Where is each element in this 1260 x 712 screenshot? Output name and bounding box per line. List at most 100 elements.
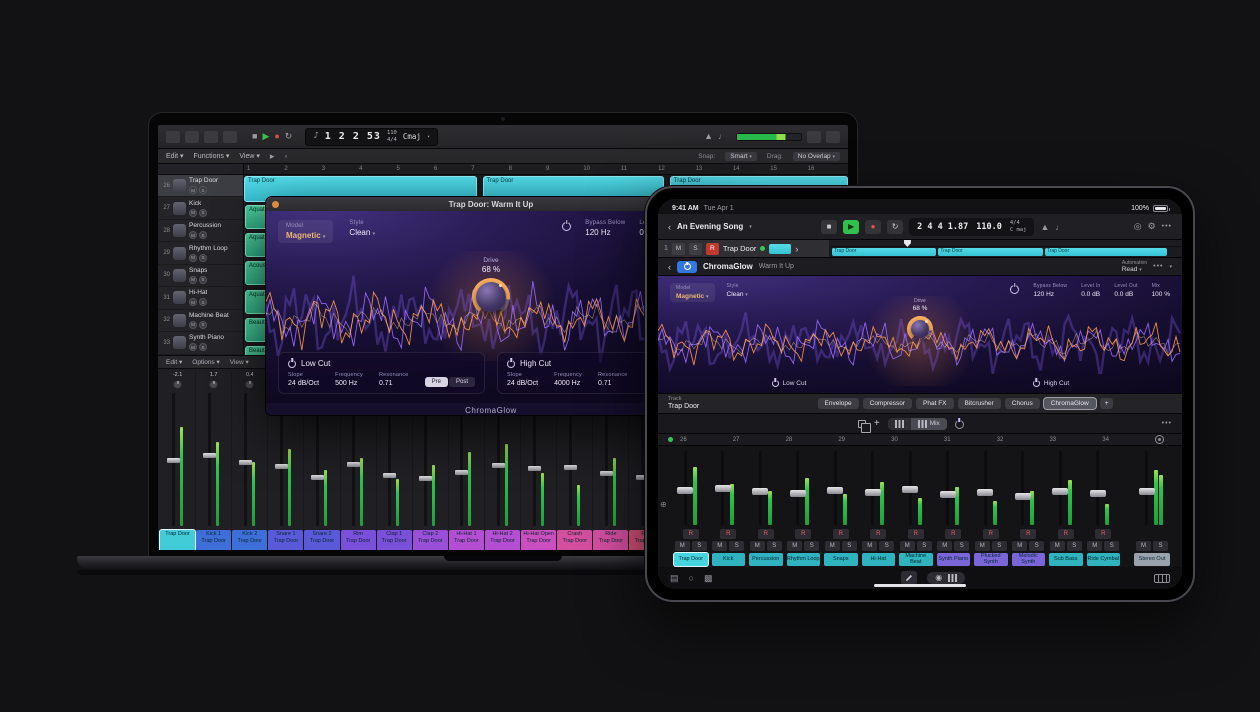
fader-cap[interactable] [902, 486, 918, 493]
collapse-chevron-icon[interactable]: ▾ [1169, 264, 1172, 270]
bypass-below-control[interactable]: Bypass Below 120 Hz [585, 220, 625, 237]
library-icon[interactable] [166, 131, 180, 143]
fader-cap[interactable] [977, 489, 993, 496]
channel-name-label[interactable]: Hi-Hat 1Trap Door [449, 530, 484, 550]
solo-button[interactable]: S [199, 298, 207, 306]
channel-fader[interactable] [862, 449, 896, 527]
add-plugin-button[interactable]: + [1100, 398, 1114, 409]
metronome-icon[interactable]: ▲ [1040, 222, 1049, 232]
tracks-view-icon[interactable]: ▤ [670, 573, 679, 584]
plugin-power-button[interactable] [677, 261, 697, 273]
count-in-icon[interactable]: ♩ [718, 132, 727, 141]
fader-cap[interactable] [827, 487, 843, 494]
record-button[interactable]: ● [865, 220, 881, 234]
mute-button[interactable]: M [189, 231, 197, 239]
pan-knob[interactable] [173, 380, 182, 389]
record-enable-button[interactable]: R [945, 529, 961, 539]
plugin-slot-envelope[interactable]: Envelope [818, 398, 859, 409]
count-in-icon[interactable]: ♩ [1055, 222, 1064, 232]
pre-button[interactable]: Pre [425, 377, 448, 387]
record-enable-button[interactable]: R [795, 529, 811, 539]
channel-name-label[interactable]: Sub Bass [1049, 553, 1083, 566]
record-enable-button[interactable]: R [720, 529, 736, 539]
solo-button[interactable]: S [199, 343, 207, 351]
solo-button[interactable]: S [199, 209, 207, 217]
channel-name-label[interactable]: Hi-Hat 2Trap Door [485, 530, 520, 550]
solo-button[interactable]: S [767, 541, 782, 551]
low-cut-section[interactable]: Low Cut [658, 380, 920, 387]
playhead-icon[interactable] [904, 240, 911, 247]
mute-button[interactable]: M [1087, 541, 1102, 551]
fader-cap[interactable] [1015, 493, 1031, 500]
fader-cap[interactable] [790, 490, 806, 497]
solo-button[interactable]: S [1104, 541, 1119, 551]
fader-cap[interactable] [419, 476, 432, 481]
drive-knob[interactable] [907, 316, 933, 342]
power-icon[interactable] [955, 420, 964, 429]
add-channel-icon[interactable]: ⊕ [660, 500, 667, 509]
eye-icon[interactable]: ◉ [935, 574, 942, 582]
track-header[interactable]: 1 M S R Trap Door › [658, 240, 830, 257]
mixer-strip-synth-piano[interactable]: RMSSynth Piano [935, 449, 973, 567]
record-enable-button[interactable]: R [908, 529, 924, 539]
channel-fader[interactable] [787, 449, 821, 527]
solo-button[interactable]: S [199, 231, 207, 239]
channel-name-label[interactable]: Ride Cymbal [1087, 553, 1121, 566]
mixer-strip-percussion[interactable]: RMSPercussion [747, 449, 785, 567]
channel-fader[interactable] [1012, 449, 1046, 527]
mixer-strip-stereo-out[interactable]: MSStereo Out [1132, 449, 1172, 567]
search-icon[interactable]: ◎ [1134, 221, 1142, 232]
solo-button[interactable]: S [1153, 541, 1168, 551]
mixer-view-icon[interactable] [204, 131, 218, 143]
channel-name-label[interactable]: Rhythm Loop [787, 553, 821, 566]
channel-fader[interactable] [899, 449, 933, 527]
metronome-icon[interactable]: ▲ [704, 132, 713, 141]
channel-name-label[interactable]: Trap Door [674, 553, 708, 566]
channel-name-label[interactable]: Clap 2Trap Door [413, 530, 448, 550]
power-icon[interactable] [1010, 285, 1019, 294]
more-icon[interactable]: ••• [1162, 420, 1172, 427]
level-out-control[interactable]: Level Out 0.0 dB [1114, 283, 1137, 298]
channel-fader[interactable] [196, 391, 231, 529]
fader-cap[interactable] [1090, 490, 1106, 497]
channel-name-label[interactable]: Snare 1Trap Door [268, 530, 303, 550]
mute-button[interactable]: M [937, 541, 952, 551]
mute-button[interactable]: M [189, 321, 197, 329]
track-header-percussion[interactable]: 28PercussionMS [158, 220, 243, 242]
record-enable-button[interactable]: R [1020, 529, 1036, 539]
plugin-slot-bitcrusher[interactable]: Bitcrusher [958, 398, 1001, 409]
channel-name-label[interactable]: Hi-Hat [862, 553, 896, 566]
track-header-machine-beat[interactable]: 32Machine BeatMS [158, 310, 243, 332]
fader-cap[interactable] [940, 491, 956, 498]
drag-dropdown[interactable]: No Overlap ▾ [793, 152, 840, 161]
pointer-tool-icon[interactable]: ▸ [270, 152, 275, 161]
channel-fader[interactable] [1049, 449, 1083, 527]
loops-browser-icon[interactable]: ○ [689, 573, 694, 583]
track-header-synth-piano[interactable]: 33Synth PianoMS [158, 332, 243, 354]
level-in-control[interactable]: Level In 0.0 dB [1081, 283, 1100, 298]
mixer-strip-sub-bass[interactable]: RMSSub Bass [1047, 449, 1085, 567]
record-enable-button[interactable]: R [1095, 529, 1111, 539]
solo-button[interactable]: S [1029, 541, 1044, 551]
channel-name-label[interactable]: Stereo Out [1134, 553, 1170, 566]
back-chevron-icon[interactable]: ‹ [668, 222, 671, 232]
high-cut-power-icon[interactable] [507, 360, 515, 368]
fader-cap[interactable] [492, 463, 505, 468]
fader-cap[interactable] [239, 460, 252, 465]
mixer-icon[interactable] [948, 574, 957, 582]
solo-button[interactable]: S [199, 321, 207, 329]
fader-cap[interactable] [752, 488, 768, 495]
mini-ruler[interactable] [830, 240, 1182, 247]
channel-name-label[interactable]: CrashTrap Door [557, 530, 592, 550]
record-enable-button[interactable]: R [758, 529, 774, 539]
solo-button[interactable]: S [954, 541, 969, 551]
fader-cap[interactable] [677, 487, 693, 494]
solo-button[interactable]: S [879, 541, 894, 551]
mute-button[interactable]: M [862, 541, 877, 551]
expand-chevron-icon[interactable]: › [795, 244, 798, 254]
automation-icon[interactable]: ◦ [284, 152, 287, 161]
drive-knob[interactable] [472, 278, 510, 316]
channel-fader[interactable] [1087, 449, 1121, 527]
track-header-snaps[interactable]: 30SnapsMS [158, 265, 243, 287]
channel-fader[interactable] [824, 449, 858, 527]
